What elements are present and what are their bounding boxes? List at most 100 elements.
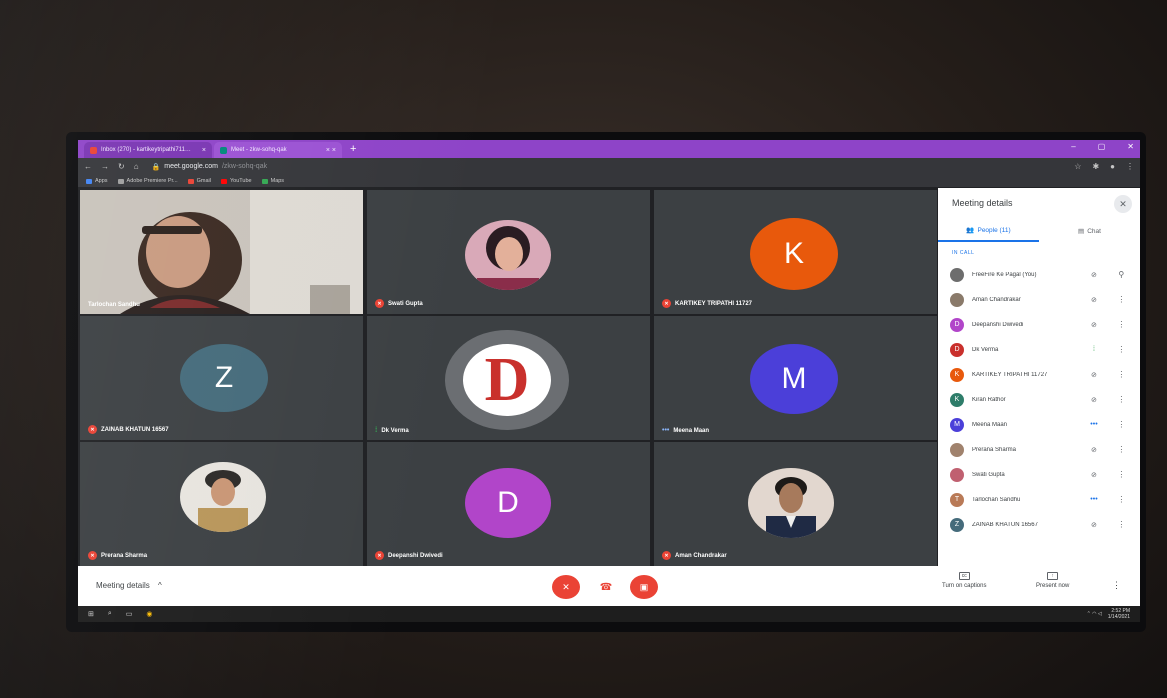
participant-name: Meena Maan xyxy=(972,421,1008,428)
meeting-details-button[interactable]: Meeting details ^ xyxy=(96,581,162,590)
present-icon: ↑ xyxy=(1047,572,1059,580)
clock[interactable]: 2:52 PM 1/14/2021 xyxy=(1108,608,1130,620)
participant-tile[interactable]: D ⁞ Dk Verma xyxy=(367,316,650,440)
forward-icon[interactable]: → xyxy=(101,162,109,171)
present-now-button[interactable]: ↑ Present now xyxy=(1036,572,1069,589)
speaking-icon: ⁞ xyxy=(375,427,378,434)
bookmark-maps[interactable]: Maps xyxy=(261,178,284,184)
profile-icon[interactable]: ● xyxy=(1110,162,1115,171)
participant-tile[interactable]: K ✕ KARTIKEY TRIPATHI 11727 xyxy=(654,190,937,314)
participant-tile[interactable]: Z ✕ ZAINAB KHATUN 16567 xyxy=(80,316,363,440)
participant-name: Swati Gupta xyxy=(972,471,1005,478)
participant-tile[interactable]: ✕ Aman Chandrakar xyxy=(654,442,937,566)
maximize-button[interactable]: ▢ xyxy=(1098,142,1106,151)
participant-row[interactable]: K Kiran Rathor ⊘ ⋮ xyxy=(938,387,1140,412)
avatar xyxy=(950,267,964,282)
new-tab-button[interactable]: + xyxy=(350,142,356,156)
reload-icon[interactable]: ↻ xyxy=(118,162,125,171)
avatar: T xyxy=(950,492,964,507)
panel-tabs: 👥 People (11) ▤ Chat xyxy=(938,220,1140,242)
close-window-button[interactable]: ✕ xyxy=(1127,142,1134,151)
hang-up-icon: ☎ xyxy=(599,581,613,593)
mic-off-icon: ✕ xyxy=(88,425,97,434)
bookmark-apps[interactable]: Apps xyxy=(86,178,108,184)
more-icon[interactable]: ⋮ xyxy=(1115,470,1128,479)
more-icon[interactable]: ⋮ xyxy=(1115,295,1128,304)
participant-name: ••• Meena Maan xyxy=(662,427,710,434)
close-icon[interactable]: ✕ xyxy=(1114,195,1132,213)
home-icon[interactable]: ⌂ xyxy=(134,162,139,171)
task-view-icon[interactable]: ▭ xyxy=(126,610,133,618)
in-call-heading: IN CALL xyxy=(952,250,975,256)
participant-name: ✕ Prerana Sharma xyxy=(88,551,147,560)
bookmarks-bar: Apps Adobe Premiere Pr... Gmail YouTube … xyxy=(78,175,1140,187)
meeting-controls-bar: Meeting details ^ ✕ ☎ ▣ cc Turn on capti… xyxy=(78,566,1140,606)
speaking-icon: ⁞ xyxy=(1093,346,1095,353)
participant-tile[interactable]: ✕ Prerana Sharma xyxy=(80,442,363,566)
participant-tile[interactable]: ✕ Swati Gupta xyxy=(367,190,650,314)
participant-row[interactable]: FreeFire Ke Pagal (You) ⊘ ⚲ xyxy=(938,262,1140,287)
participant-tile[interactable]: D ✕ Deepanshi Dwivedi xyxy=(367,442,650,566)
bookmark-gmail[interactable]: Gmail xyxy=(187,178,211,184)
tab-inbox[interactable]: Inbox (270) - kartikeytripathi711… × xyxy=(84,142,212,158)
avatar: D xyxy=(950,342,964,357)
camera-toggle-button[interactable]: ▣ xyxy=(630,575,658,599)
mic-off-icon: ✕ xyxy=(562,581,570,592)
browser-toolbar: ← → ↻ ⌂ 🔒 meet.google.com/zkw-sohq-qak ☆… xyxy=(78,158,1140,175)
participant-name: ✕ ZAINAB KHATUN 16567 xyxy=(88,425,169,434)
avatar: M xyxy=(950,417,964,432)
avatar: Z xyxy=(180,344,268,412)
participant-row[interactable]: T Tarlochan Sandhu ••• ⋮ xyxy=(938,487,1140,512)
captions-button[interactable]: cc Turn on captions xyxy=(942,572,986,589)
participant-row[interactable]: Swati Gupta ⊘ ⋮ xyxy=(938,462,1140,487)
minimize-button[interactable]: – xyxy=(1071,142,1075,151)
network-icon[interactable]: ⌃ ◠ ◁ xyxy=(1087,611,1102,617)
participant-row[interactable]: D Deepanshi Dwivedi ⊘ ⋮ xyxy=(938,312,1140,337)
chrome-icon[interactable]: ◉ xyxy=(146,610,152,618)
tab-meet[interactable]: Meet - zkw-sohq-qak × × xyxy=(214,142,342,158)
participant-name: ✕ Deepanshi Dwivedi xyxy=(375,551,443,560)
tab-people[interactable]: 👥 People (11) xyxy=(938,220,1039,242)
participant-row[interactable]: Aman Chandrakar ⊘ ⋮ xyxy=(938,287,1140,312)
avatar: M xyxy=(750,344,838,414)
participant-name: ✕ Swati Gupta xyxy=(375,299,423,308)
more-options-button[interactable]: ⋮ xyxy=(1112,580,1121,591)
tab-close-icon[interactable]: × xyxy=(202,147,206,154)
participant-tile[interactable]: M ••• Meena Maan xyxy=(654,316,937,440)
more-icon[interactable]: ⋮ xyxy=(1115,520,1128,529)
more-icon[interactable]: ⋮ xyxy=(1115,495,1128,504)
more-icon[interactable]: ⋮ xyxy=(1115,445,1128,454)
participant-name: Kiran Rathor xyxy=(972,396,1006,403)
avatar: K xyxy=(950,392,964,407)
bookmark-adobe[interactable]: Adobe Premiere Pr... xyxy=(117,178,178,184)
mic-toggle-button[interactable]: ✕ xyxy=(552,575,580,599)
mic-off-icon: ⊘ xyxy=(1091,296,1097,304)
extensions-icon[interactable]: ✱ xyxy=(1092,162,1099,171)
search-icon[interactable]: ⌕ xyxy=(108,610,112,618)
menu-icon[interactable]: ⋮ xyxy=(1126,162,1134,171)
windows-start-icon[interactable]: ⊞ xyxy=(88,610,94,618)
participant-tile[interactable]: Tarlochan Sandhu xyxy=(80,190,363,314)
bookmark-youtube[interactable]: YouTube xyxy=(220,178,252,184)
leave-call-button[interactable]: ☎ xyxy=(592,575,620,599)
more-icon[interactable]: ⋮ xyxy=(1115,420,1128,429)
mic-off-icon: ✕ xyxy=(375,299,384,308)
tab-close-icon[interactable]: × × xyxy=(326,147,336,154)
more-icon[interactable]: ⋮ xyxy=(1115,345,1128,354)
chat-icon: ▤ xyxy=(1078,228,1085,235)
pin-icon[interactable]: ⚲ xyxy=(1115,270,1128,279)
participant-row[interactable]: M Meena Maan ••• ⋮ xyxy=(938,412,1140,437)
mic-off-icon: ✕ xyxy=(375,551,384,560)
more-icon[interactable]: ⋮ xyxy=(1115,320,1128,329)
participant-row[interactable]: Prerana Sharma ⊘ ⋮ xyxy=(938,437,1140,462)
more-icon[interactable]: ⋮ xyxy=(1115,395,1128,404)
participant-row[interactable]: Z ZAINAB KHATUN 16567 ⊘ ⋮ xyxy=(938,512,1140,537)
more-icon[interactable]: ⋮ xyxy=(1115,370,1128,379)
participant-row[interactable]: K KARTIKEY TRIPATHI 11727 ⊘ ⋮ xyxy=(938,362,1140,387)
participant-row[interactable]: D Dk Verma ⁞ ⋮ xyxy=(938,337,1140,362)
mic-off-icon: ⊘ xyxy=(1091,521,1097,529)
back-icon[interactable]: ← xyxy=(84,162,92,171)
star-icon[interactable]: ☆ xyxy=(1074,162,1081,171)
address-bar[interactable]: 🔒 meet.google.com/zkw-sohq-qak xyxy=(152,161,1022,173)
tab-chat[interactable]: ▤ Chat xyxy=(1039,220,1140,242)
